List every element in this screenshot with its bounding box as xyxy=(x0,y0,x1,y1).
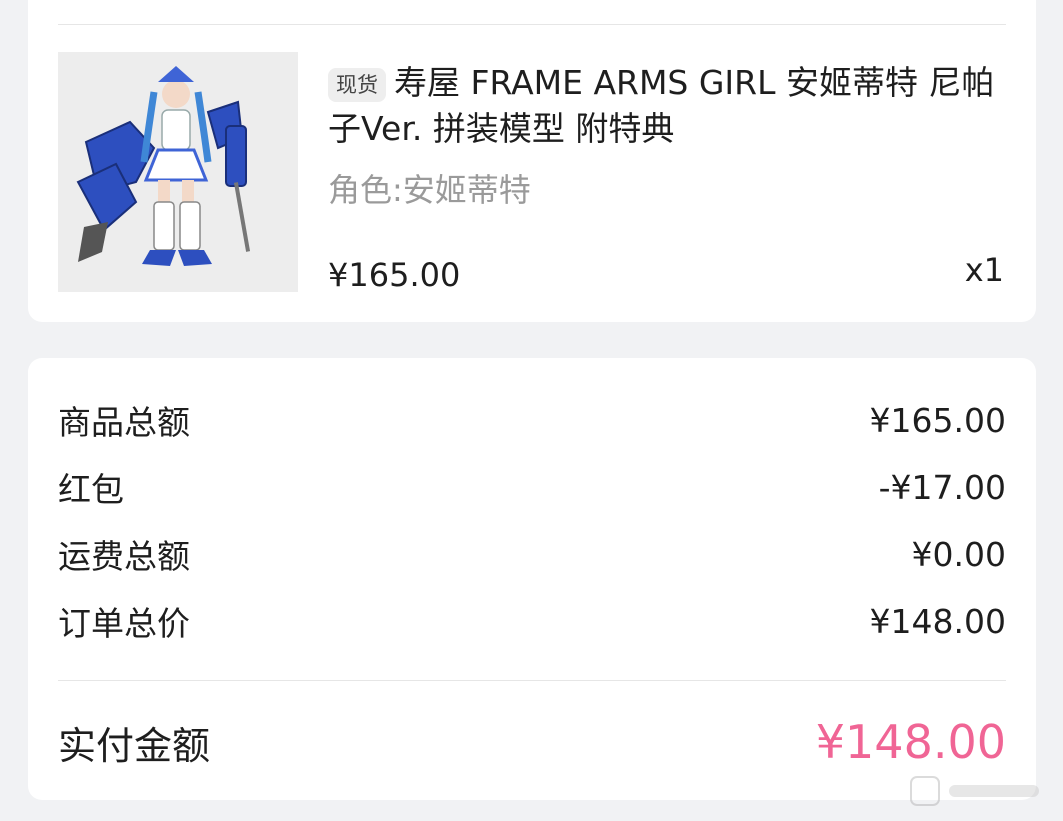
summary-label: 运费总额 xyxy=(58,537,190,576)
summary-value: ¥148.00 xyxy=(869,601,1006,641)
product-title-text: 寿屋 FRAME ARMS GIRL 安姬蒂特 尼帕子Ver. 拼装模型 附特典 xyxy=(328,63,995,148)
product-variant: 角色:安姬蒂特 xyxy=(328,171,531,209)
product-quantity: x1 xyxy=(964,251,1004,289)
product-image[interactable] xyxy=(58,52,298,292)
summary-row-shipping: 运费总额 ¥0.00 xyxy=(58,530,1006,578)
order-summary-card: 商品总额 ¥165.00 红包 -¥17.00 运费总额 ¥0.00 订单总价 … xyxy=(28,358,1036,800)
watermark-logo xyxy=(909,771,1049,811)
summary-label: 订单总价 xyxy=(58,604,190,643)
summary-value: -¥17.00 xyxy=(878,467,1006,507)
top-divider xyxy=(58,24,1006,25)
amount-paid-label: 实付金额 xyxy=(58,723,211,768)
in-stock-tag: 现货 xyxy=(328,68,386,102)
summary-value: ¥165.00 xyxy=(869,400,1006,440)
summary-value: ¥0.00 xyxy=(911,534,1006,574)
amount-paid-value: ¥148.00 xyxy=(815,715,1006,769)
product-card: 现货 寿屋 FRAME ARMS GIRL 安姬蒂特 尼帕子Ver. 拼装模型 附… xyxy=(28,0,1036,322)
summary-label: 红包 xyxy=(58,470,124,509)
summary-row-order-total: 订单总价 ¥148.00 xyxy=(58,597,1006,645)
summary-label: 商品总额 xyxy=(58,403,190,442)
amount-paid-row: 实付金额 ¥148.00 xyxy=(58,710,1006,774)
summary-row-goods-total: 商品总额 ¥165.00 xyxy=(58,396,1006,444)
product-price: ¥165.00 xyxy=(328,256,461,294)
summary-row-red-packet: 红包 -¥17.00 xyxy=(58,463,1006,511)
summary-divider xyxy=(58,680,1006,681)
product-title[interactable]: 现货 寿屋 FRAME ARMS GIRL 安姬蒂特 尼帕子Ver. 拼装模型 附… xyxy=(328,60,1008,152)
